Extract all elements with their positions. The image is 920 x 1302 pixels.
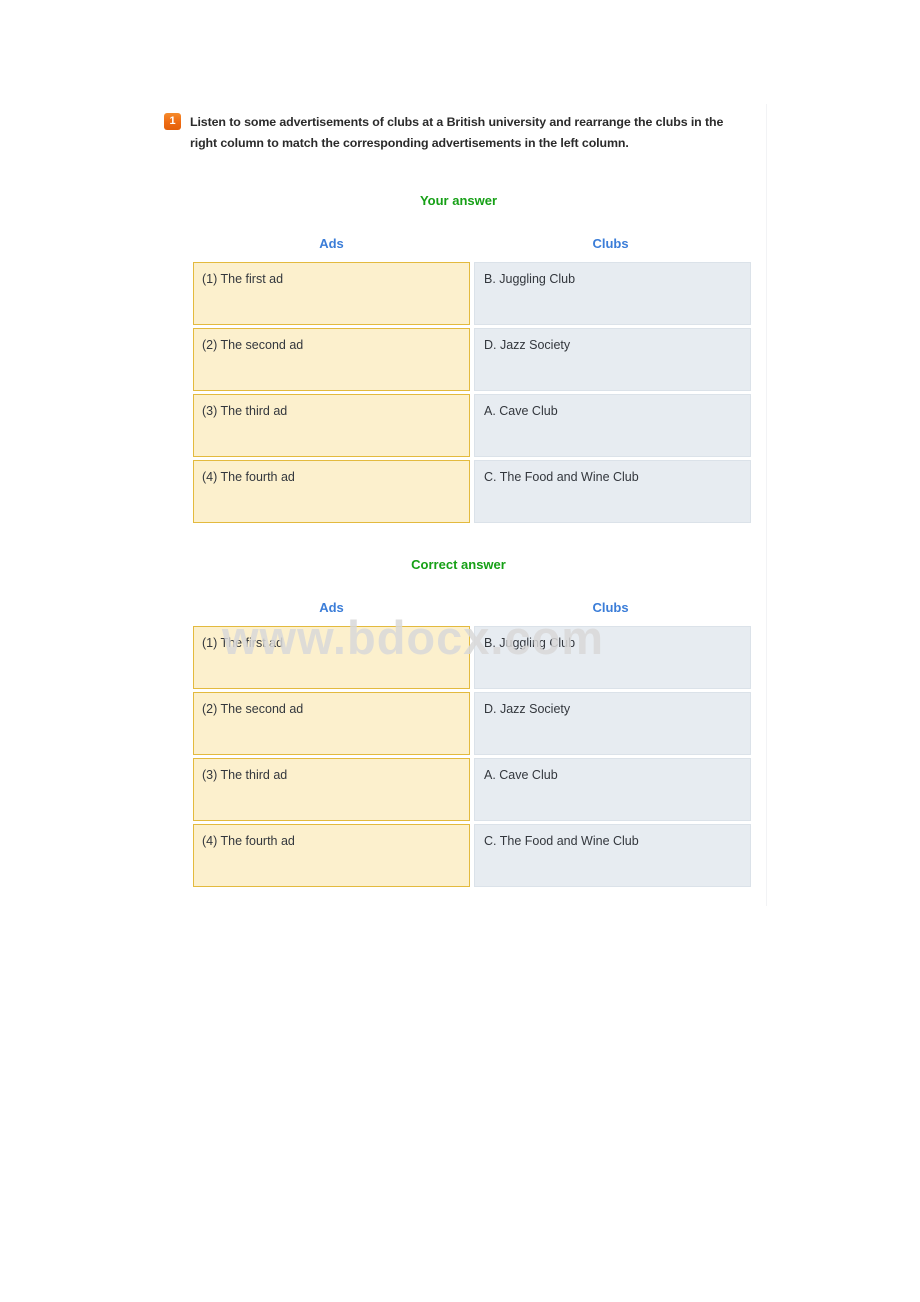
column-header-ads: Ads xyxy=(319,600,344,615)
ad-cell[interactable]: (2) The second ad xyxy=(193,328,470,391)
table-row: (3) The third ad A. Cave Club xyxy=(193,758,751,821)
ad-cell[interactable]: (3) The third ad xyxy=(193,394,470,457)
ad-cell: (2) The second ad xyxy=(193,692,470,755)
question-number-badge: 1 xyxy=(164,113,181,130)
your-answer-column-headers: Ads Clubs xyxy=(193,236,751,262)
correct-answer-column-headers: Ads Clubs xyxy=(193,600,751,626)
ad-cell: (3) The third ad xyxy=(193,758,470,821)
club-cell: D. Jazz Society xyxy=(474,692,751,755)
ad-cell[interactable]: (4) The fourth ad xyxy=(193,460,470,523)
column-header-ads: Ads xyxy=(319,236,344,251)
club-cell[interactable]: C. The Food and Wine Club xyxy=(474,460,751,523)
your-answer-match-table: Ads Clubs (1) The first ad B. Juggling C… xyxy=(193,236,751,526)
club-cell[interactable]: B. Juggling Club xyxy=(474,262,751,325)
club-cell: B. Juggling Club xyxy=(474,626,751,689)
question-instruction-text: Listen to some advertisements of clubs a… xyxy=(190,115,724,150)
ad-cell: (1) The first ad xyxy=(193,626,470,689)
table-row: (1) The first ad B. Juggling Club xyxy=(193,626,751,689)
column-header-clubs: Clubs xyxy=(592,600,629,615)
ad-cell[interactable]: (1) The first ad xyxy=(193,262,470,325)
question-prompt: 1 Listen to some advertisements of clubs… xyxy=(164,112,724,154)
club-cell: A. Cave Club xyxy=(474,758,751,821)
table-row: (4) The fourth ad C. The Food and Wine C… xyxy=(193,460,751,523)
column-header-clubs: Clubs xyxy=(592,236,629,251)
table-row: (3) The third ad A. Cave Club xyxy=(193,394,751,457)
table-row: (2) The second ad D. Jazz Society xyxy=(193,328,751,391)
club-cell[interactable]: A. Cave Club xyxy=(474,394,751,457)
table-row: (2) The second ad D. Jazz Society xyxy=(193,692,751,755)
table-row: (4) The fourth ad C. The Food and Wine C… xyxy=(193,824,751,887)
correct-answer-heading: Correct answer xyxy=(411,557,506,572)
your-answer-heading: Your answer xyxy=(419,193,498,208)
correct-answer-match-table: Ads Clubs (1) The first ad B. Juggling C… xyxy=(193,600,751,890)
ad-cell: (4) The fourth ad xyxy=(193,824,470,887)
club-cell[interactable]: D. Jazz Society xyxy=(474,328,751,391)
club-cell: C. The Food and Wine Club xyxy=(474,824,751,887)
table-row: (1) The first ad B. Juggling Club xyxy=(193,262,751,325)
